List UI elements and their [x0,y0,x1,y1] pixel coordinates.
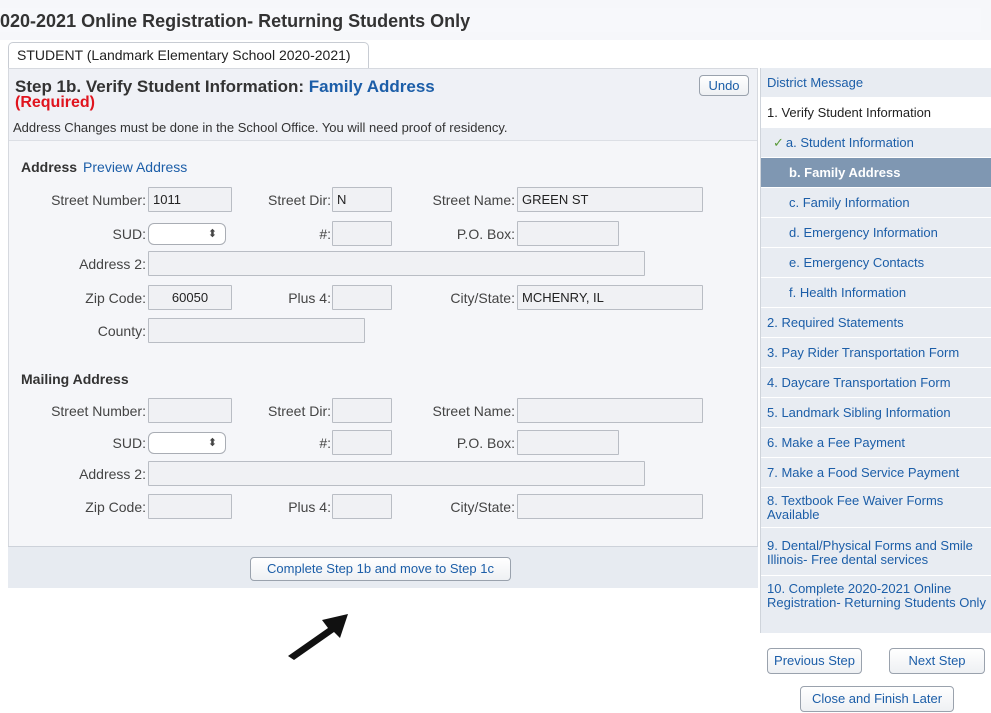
sud-label: SUD: [112,226,146,242]
sidebar-item-student-information[interactable]: ✓ a. Student Information [761,128,991,158]
mailing-street-dir-label: Street Dir: [267,403,331,419]
sidebar-item-pay-rider-transportation[interactable]: 3. Pay Rider Transportation Form [761,338,991,368]
sidebar-item-fee-payment[interactable]: 6. Make a Fee Payment [761,428,991,458]
sidebar-item-food-service-payment[interactable]: 7. Make a Food Service Payment [761,458,991,488]
city-state-label: City/State: [450,290,515,306]
required-label: (Required) [15,94,95,111]
number-label: #: [319,226,331,242]
sidebar-item-family-address[interactable]: b. Family Address [761,158,991,188]
mailing-city-state-label: City/State: [450,499,515,515]
sidebar-item-emergency-information[interactable]: d. Emergency Information [761,218,991,248]
mailing-number-label: #: [319,435,331,451]
step-title-highlight: Family Address [308,77,435,96]
mailing-street-number-label: Street Number: [51,403,146,419]
plus4-label: Plus 4: [288,290,331,306]
address-heading: Address Preview Address [21,159,187,175]
page-title-text: 2020-2021 Online Registration- Returning… [0,11,471,31]
mailing-sud-select[interactable]: ⬍ [148,432,226,454]
mailing-zip-code-label: Zip Code: [85,499,146,515]
mailing-plus4-input[interactable] [332,494,392,519]
sidebar-district-message[interactable]: District Message [761,68,991,98]
plus4-input[interactable] [332,285,392,310]
sidebar: District Message 1. Verify Student Infor… [760,68,991,633]
tab-student-label: STUDENT (Landmark Elementary School 2020… [17,47,351,63]
street-name-label: Street Name: [432,192,515,208]
street-name-input[interactable]: GREEN ST [517,187,703,212]
sidebar-item-dental-physical-forms[interactable]: 9. Dental/Physical Forms and Smile Illin… [761,528,991,576]
mailing-street-name-input[interactable] [517,398,703,423]
arrow-pointer-icon [288,614,348,660]
updown-arrow-icon: ⬍ [207,228,217,240]
county-label: County: [97,323,146,339]
city-state-input[interactable]: MCHENRY, IL [517,285,703,310]
sidebar-item-textbook-fee-waiver[interactable]: 8. Textbook Fee Waiver Forms Available [761,488,991,528]
street-dir-input[interactable]: N [332,187,392,212]
updown-arrow-icon: ⬍ [207,437,217,449]
street-number-label: Street Number: [51,192,146,208]
checkmark-icon: ✓ [773,135,784,150]
address2-label: Address 2: [79,256,146,272]
complete-step-button[interactable]: Complete Step 1b and move to Step 1c [250,557,511,581]
mailing-address2-label: Address 2: [79,466,146,482]
close-and-finish-later-button[interactable]: Close and Finish Later [800,686,954,712]
previous-step-button[interactable]: Previous Step [767,648,862,674]
mailing-street-dir-input[interactable] [332,398,392,423]
undo-button[interactable]: Undo [699,75,749,96]
step-header: Step 1b. Verify Student Information: Fam… [9,69,757,141]
address-change-notice: Address Changes must be done in the Scho… [13,120,508,135]
sidebar-item-health-information[interactable]: f. Health Information [761,278,991,308]
mailing-po-box-input[interactable] [517,430,619,455]
mailing-sud-label: SUD: [112,435,146,451]
street-number-input[interactable]: 1011 [148,187,232,212]
sidebar-item-family-information[interactable]: c. Family Information [761,188,991,218]
sidebar-item-emergency-contacts[interactable]: e. Emergency Contacts [761,248,991,278]
po-box-input[interactable] [517,221,619,246]
main-panel: Step 1b. Verify Student Information: Fam… [8,68,758,546]
address2-input[interactable] [148,251,645,276]
sidebar-item-daycare-transportation[interactable]: 4. Daycare Transportation Form [761,368,991,398]
mailing-street-name-label: Street Name: [432,403,515,419]
mailing-address-heading: Mailing Address [21,371,129,387]
sidebar-item-label: a. Student Information [785,135,914,150]
zip-code-input[interactable]: 60050 [148,285,232,310]
form-area: Address Preview Address Street Number: 10… [9,142,757,546]
county-input[interactable] [148,318,365,343]
address-heading-text: Address [21,159,78,175]
number-input[interactable] [332,221,392,246]
zip-code-label: Zip Code: [85,290,146,306]
sidebar-item-required-statements[interactable]: 2. Required Statements [761,308,991,338]
mailing-zip-code-input[interactable] [148,494,232,519]
mailing-address2-input[interactable] [148,461,645,486]
footer-bar: Complete Step 1b and move to Step 1c [8,546,758,588]
sidebar-item-landmark-sibling[interactable]: 5. Landmark Sibling Information [761,398,991,428]
sud-select[interactable]: ⬍ [148,223,226,245]
po-box-label: P.O. Box: [456,226,515,242]
preview-address-link[interactable]: Preview Address [83,159,187,175]
tab-student[interactable]: STUDENT (Landmark Elementary School 2020… [8,42,369,68]
next-step-button[interactable]: Next Step [889,648,985,674]
sidebar-item-complete-registration[interactable]: 10. Complete 2020-2021 Online Registrati… [761,576,991,632]
street-dir-label: Street Dir: [267,192,331,208]
page-title: 2020-2021 Online Registration- Returning… [0,8,981,32]
mailing-plus4-label: Plus 4: [288,499,331,515]
mailing-city-state-input[interactable] [517,494,703,519]
mailing-street-number-input[interactable] [148,398,232,423]
mailing-number-input[interactable] [332,430,392,455]
sidebar-item-verify-student-information[interactable]: 1. Verify Student Information [761,98,991,128]
mailing-po-box-label: P.O. Box: [456,435,515,451]
